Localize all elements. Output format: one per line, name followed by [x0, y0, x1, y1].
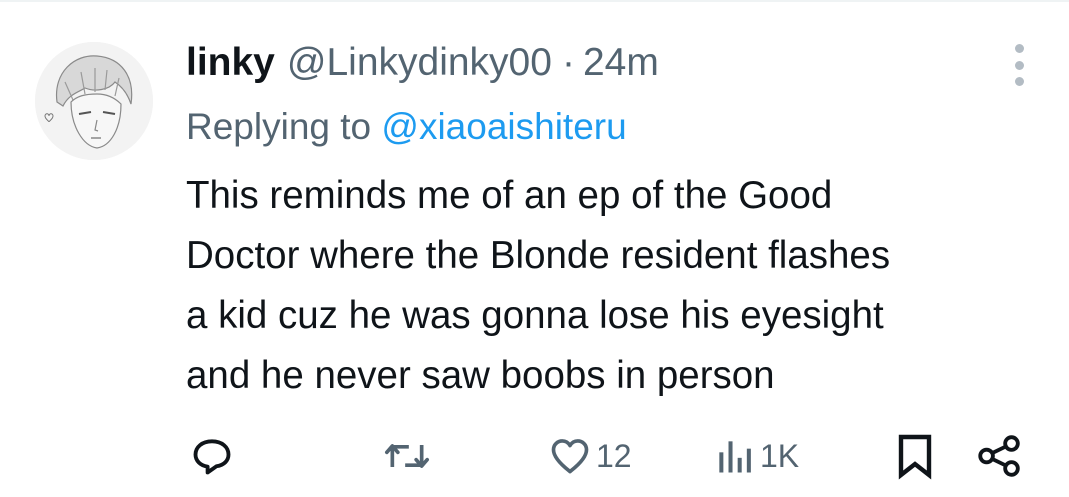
more-dot — [1014, 60, 1024, 70]
tweet-text-line: a kid cuz he was gonna lose his eyesight — [186, 294, 884, 337]
action-bar: 12 1K — [0, 430, 1069, 482]
more-dot — [1014, 44, 1024, 53]
separator-dot: · — [561, 41, 575, 84]
heart-icon — [551, 439, 589, 474]
bookmark-button[interactable] — [893, 430, 937, 482]
more-dot — [1014, 77, 1024, 86]
replying-prefix: Replying to — [186, 106, 382, 147]
retweet-icon — [385, 444, 429, 468]
tweet-text-line: Doctor where the Blonde resident flashes — [186, 234, 891, 277]
retweet-button[interactable] — [383, 430, 431, 482]
reply-button[interactable] — [190, 430, 234, 482]
like-count: 12 — [596, 438, 632, 474]
views-count: 1K — [760, 438, 800, 474]
views-icon — [719, 441, 751, 473]
replying-to-handle[interactable]: @xiaoaishiteru — [381, 106, 626, 147]
avatar-image — [35, 42, 153, 160]
top-divider — [0, 0, 1069, 2]
timestamp[interactable]: 24m — [583, 38, 659, 88]
tweet-text-line: This reminds me of an ep of the Good — [186, 174, 833, 217]
display-name[interactable]: linky — [186, 38, 275, 88]
bookmark-icon — [898, 434, 932, 480]
tweet-text: This reminds me of an ep of the Good Doc… — [186, 166, 1056, 406]
share-button[interactable] — [975, 430, 1025, 482]
replying-to-line: Replying to @xiaoaishiteru — [186, 104, 627, 150]
views-button[interactable]: 1K — [712, 430, 799, 482]
more-options-button[interactable] — [1004, 44, 1034, 86]
tweet-text-line: and he never saw boobs in person — [186, 354, 775, 397]
share-icon — [978, 435, 1020, 477]
reply-icon — [193, 439, 231, 475]
avatar[interactable] — [35, 42, 153, 160]
tweet-header: linky @Linkydinky00 · 24m — [186, 38, 659, 88]
user-handle[interactable]: @Linkydinky00 — [287, 38, 552, 88]
like-button[interactable]: 12 — [548, 430, 632, 482]
